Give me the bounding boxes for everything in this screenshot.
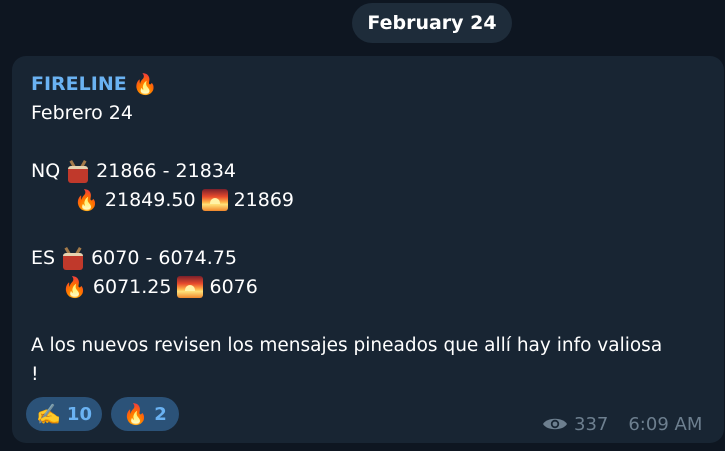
message-line-nq-range: NQ 21866 - 21834 xyxy=(31,157,236,185)
view-count: 337 xyxy=(574,413,609,435)
reaction-count: 10 xyxy=(66,403,92,425)
date-separator-pill: February 24 xyxy=(352,3,512,43)
message-line-nq-levels: 🔥 21849.50 21869 xyxy=(74,186,294,214)
writing-hand-icon: ✍️ xyxy=(36,402,61,426)
reaction-fire[interactable]: 🔥 2 xyxy=(111,397,179,431)
es-label: ES xyxy=(31,247,56,269)
message-line-es-range: ES 6070 - 6074.75 xyxy=(31,244,237,272)
nq-target-level: 21869 xyxy=(233,189,295,211)
date-separator-label: February 24 xyxy=(367,12,497,34)
message-time: 6:09 AM xyxy=(628,413,703,435)
note-text: A los nuevos revisen los mensajes pinead… xyxy=(31,334,663,356)
eye-icon xyxy=(542,416,568,432)
reaction-count: 2 xyxy=(154,403,167,425)
message-meta: 337 6:09 AM xyxy=(542,412,702,436)
message-line-note-end: ! xyxy=(31,360,39,388)
nq-label: NQ xyxy=(31,160,61,182)
sunrise-icon xyxy=(177,276,204,298)
drum-icon xyxy=(61,246,85,270)
nq-range: 21866 - 21834 xyxy=(96,160,236,182)
drum-icon xyxy=(66,159,90,183)
fire-icon: 🔥 xyxy=(62,275,87,299)
note-text-end: ! xyxy=(31,363,39,385)
es-target-level: 6076 xyxy=(209,276,258,298)
es-range: 6070 - 6074.75 xyxy=(91,247,237,269)
fire-icon: 🔥 xyxy=(74,188,99,212)
message-line-note: A los nuevos revisen los mensajes pinead… xyxy=(31,331,662,359)
fire-icon: 🔥 xyxy=(132,72,158,96)
fire-icon: 🔥 xyxy=(123,402,149,426)
sender-name[interactable]: FIRELINE 🔥 xyxy=(31,70,158,98)
sender-label: FIRELINE xyxy=(31,73,127,95)
nq-fire-level: 21849.50 xyxy=(104,189,196,211)
es-fire-level: 6071.25 xyxy=(92,276,172,298)
date-text: Febrero 24 xyxy=(31,102,133,124)
reaction-writing-hand[interactable]: ✍️ 10 xyxy=(26,397,102,431)
message-line-es-levels: 🔥 6071.25 6076 xyxy=(62,273,258,301)
sunrise-icon xyxy=(201,189,228,211)
message-line-date: Febrero 24 xyxy=(31,99,133,127)
